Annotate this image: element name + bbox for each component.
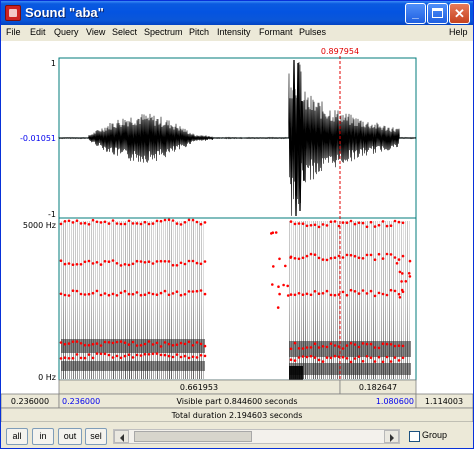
menu-pitch[interactable]: Pitch xyxy=(189,27,209,37)
menu-spectrum[interactable]: Spectrum xyxy=(144,27,183,37)
window-title: Sound "aba" xyxy=(25,5,104,20)
maximize-icon xyxy=(432,8,443,18)
selection-right-duration: 0.182647 xyxy=(359,383,397,392)
menu-intensity[interactable]: Intensity xyxy=(217,27,251,37)
close-icon: ✕ xyxy=(454,6,465,21)
zoom-in-button[interactable]: in xyxy=(32,428,54,445)
visible-end-time: 1.080600 xyxy=(376,397,414,406)
visible-part-label: Visible part 0.844600 seconds xyxy=(176,397,297,406)
menu-file[interactable]: File xyxy=(6,27,21,37)
total-start-time: 0.236000 xyxy=(11,397,49,406)
menu-query[interactable]: Query xyxy=(54,27,79,37)
waveform-cursor-value: -0.01051 xyxy=(20,134,56,143)
title-bar[interactable]: Sound "aba" _ ✕ xyxy=(1,1,473,25)
sound-editor-window: Sound "aba" _ ✕ File Edit Query View Sel… xyxy=(0,0,474,449)
scroll-thumb[interactable] xyxy=(134,431,252,442)
spectrogram-panel[interactable] xyxy=(58,217,417,381)
scroll-left-arrow-icon[interactable] xyxy=(114,430,129,443)
menu-formant[interactable]: Formant xyxy=(259,27,293,37)
zoom-selection-button[interactable]: sel xyxy=(85,428,107,445)
menu-edit[interactable]: Edit xyxy=(30,27,46,37)
praat-app-icon xyxy=(5,5,21,21)
total-duration-label: Total duration 2.194603 seconds xyxy=(171,411,303,420)
zoom-out-button[interactable]: out xyxy=(58,428,82,445)
minimize-button[interactable]: _ xyxy=(405,3,426,24)
bottom-toolbar: all in out sel Group xyxy=(1,426,473,448)
waveform-panel[interactable] xyxy=(58,57,417,219)
zoom-all-button[interactable]: all xyxy=(6,428,28,445)
visible-start-time: 0.236000 xyxy=(62,397,100,406)
menu-select[interactable]: Select xyxy=(112,27,137,37)
selection-left-duration: 0.661953 xyxy=(180,383,218,392)
waveform-ymin-label: -1 xyxy=(48,210,56,219)
group-checkbox-label: Group xyxy=(422,430,448,440)
menu-help[interactable]: Help xyxy=(449,27,468,37)
spectrogram-fmin-label: 0 Hz xyxy=(38,373,56,382)
horizontal-scrollbar[interactable] xyxy=(113,429,400,444)
menu-bar: File Edit Query View Select Spectrum Pit… xyxy=(1,25,473,41)
waveform-ymax-label: 1 xyxy=(51,59,56,68)
total-end-time: 1.114003 xyxy=(425,397,463,406)
spectrogram-fmax-label: 5000 Hz xyxy=(23,221,56,230)
minimize-icon: _ xyxy=(412,6,419,20)
cursor-time-label: 0.897954 xyxy=(321,47,359,56)
group-checkbox[interactable] xyxy=(409,431,420,442)
menu-pulses[interactable]: Pulses xyxy=(299,27,326,37)
close-button[interactable]: ✕ xyxy=(449,3,470,24)
scroll-right-arrow-icon[interactable] xyxy=(384,430,399,443)
menu-view[interactable]: View xyxy=(86,27,105,37)
maximize-button[interactable] xyxy=(427,3,448,24)
sound-display-area[interactable]: 0.897954 1 -0.01051 -1 5000 Hz 0 Hz 0.66… xyxy=(1,41,473,422)
